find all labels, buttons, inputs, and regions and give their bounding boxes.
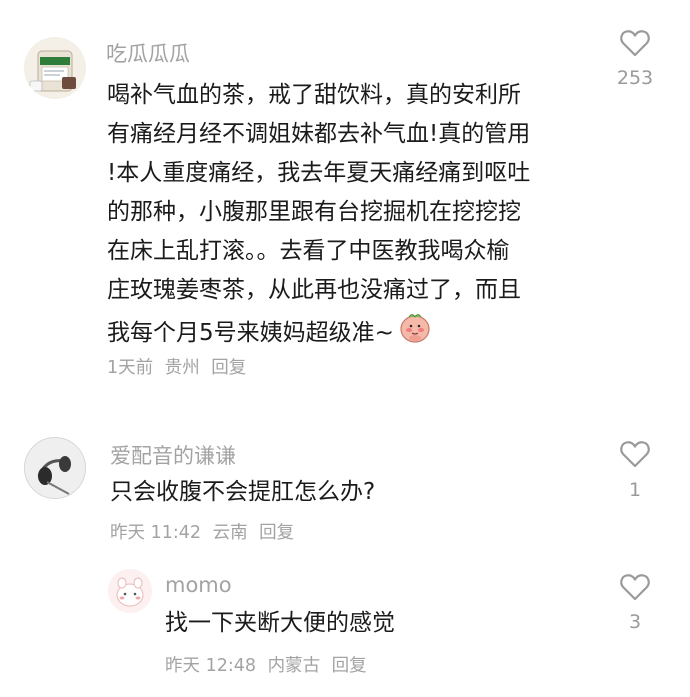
like-button[interactable] [615,572,655,602]
avatar[interactable] [24,37,86,99]
avatar-image [25,438,85,498]
comment-text-line: 在床上乱打滚。。去看了中医教我喝众榆 [107,238,510,264]
comment-text: 找一下夹断大便的感觉 [165,610,395,636]
like-count: 3 [628,611,642,633]
comment-text-line: 的那种，小腹那里跟有台挖掘机在挖挖挖 [107,199,521,225]
like-button[interactable] [615,439,655,469]
comment-text-line: !本人重度痛经，我去年夏天痛经痛到呕吐 [107,160,531,186]
avatar-image [24,37,86,99]
avatar[interactable] [108,569,152,613]
comment-text: 喝补气血的茶，戒了甜饮料，真的安利所 有痛经月经不调姐妹都去补气血!真的管用 !… [107,76,587,357]
comment-location: 云南 [212,523,248,543]
heart-icon [620,30,650,57]
comment-time: 昨天 11:42 [110,523,201,543]
comment-username[interactable]: 吃瓜瓜瓜 [106,38,190,68]
avatar[interactable] [24,437,86,499]
like-button[interactable] [615,28,655,58]
comment-text-line: 庄玫瑰姜枣茶，从此再也没痛过了，而且 [107,277,521,303]
comment-text: 只会收腹不会提肛怎么办? [110,479,376,505]
heart-icon [620,574,650,601]
comment-text-line: 我每个月5号来姨妈超级准~ [107,310,587,357]
like-count: 1 [628,479,642,501]
comment-location: 贵州 [164,358,200,378]
comment-meta: 昨天 11:42 云南 回复 [110,519,300,544]
comment-username[interactable]: 爱配音的谦谦 [110,440,236,470]
comment-time: 1天前 [107,358,154,378]
comment-time: 昨天 12:48 [165,656,256,676]
comment-meta: 1天前 贵州 回复 [107,354,252,379]
reply-button[interactable]: 回复 [332,656,367,676]
avatar-image [108,569,152,613]
like-count: 253 [616,67,654,89]
comment-text-line: 喝补气血的茶，戒了甜饮料，真的安利所 [107,82,521,108]
comment-username[interactable]: momo [165,573,232,597]
shy-face-emoji-icon [398,310,432,357]
comment-text-line: 有痛经月经不调姐妹都去补气血!真的管用 [107,121,531,147]
comment-location: 内蒙古 [267,656,321,676]
reply-button[interactable]: 回复 [259,523,294,543]
comment-text-last-line: 我每个月5号来姨妈超级准~ [107,320,394,346]
comment-meta: 昨天 12:48 内蒙古 回复 [165,652,373,677]
reply-button[interactable]: 回复 [211,358,246,378]
heart-icon [620,441,650,468]
